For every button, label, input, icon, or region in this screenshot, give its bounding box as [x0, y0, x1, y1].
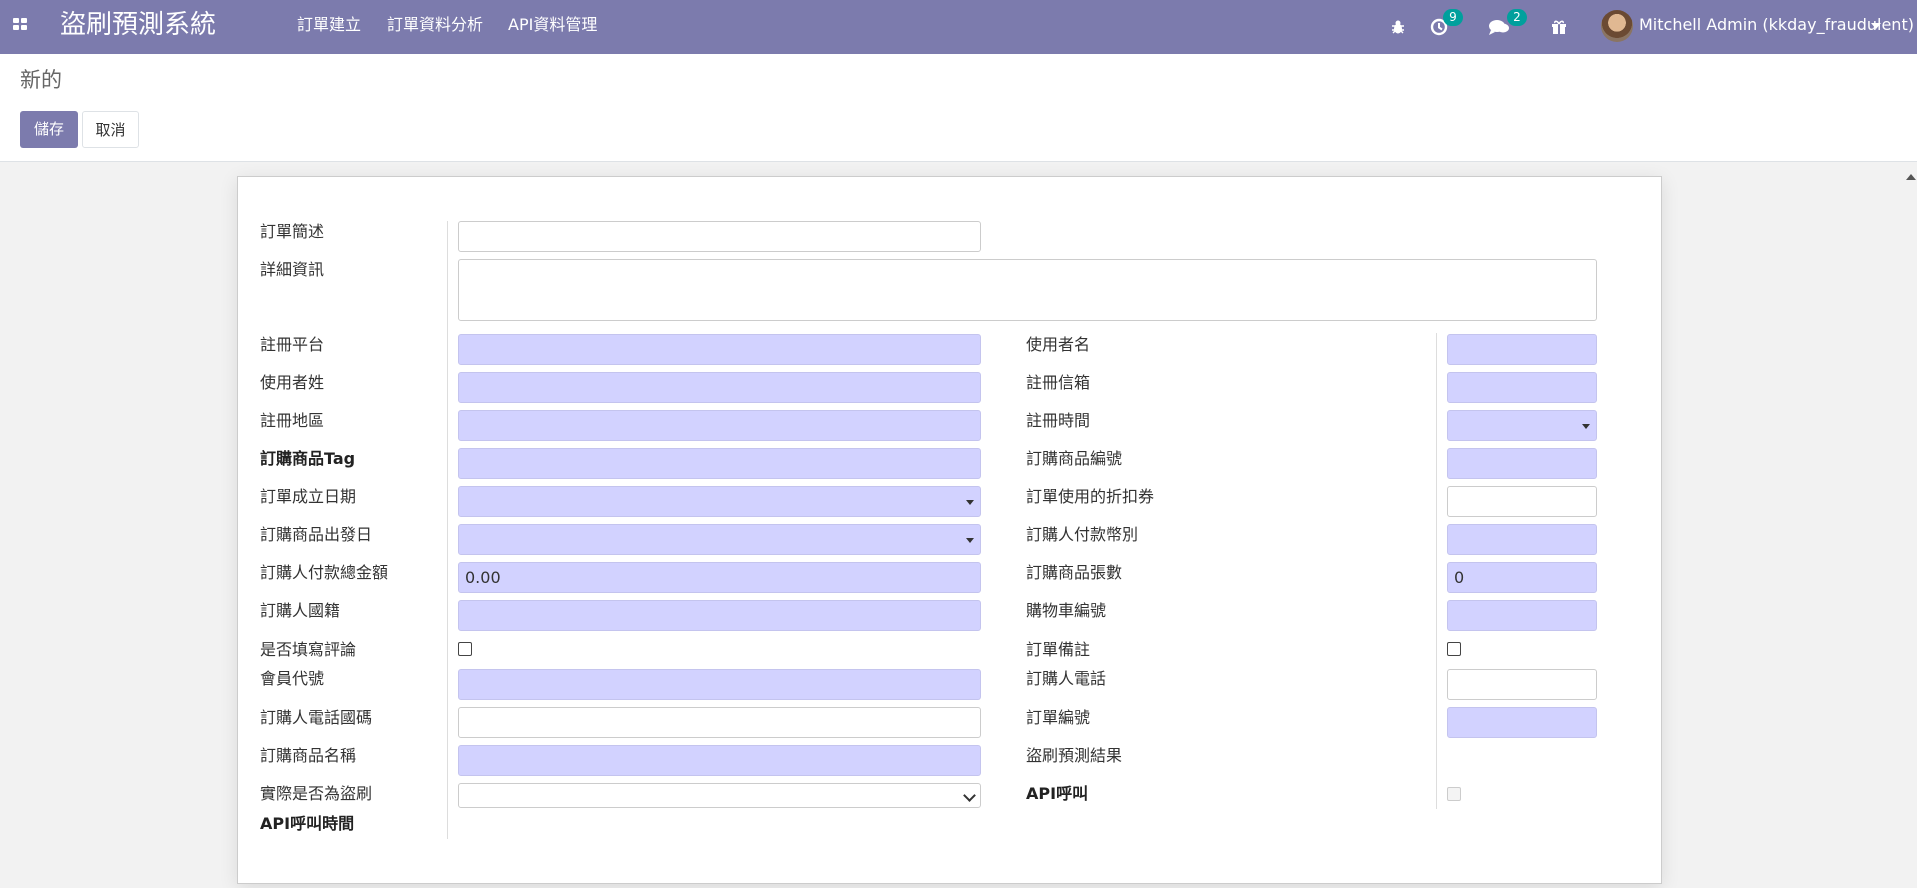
order-note-checkbox[interactable]: [1447, 642, 1461, 656]
label-total-amount: 訂購人付款總金額: [260, 563, 389, 582]
coupon-input[interactable]: [1447, 486, 1597, 517]
debug-icon[interactable]: [1390, 0, 1406, 54]
order-number-input[interactable]: [1447, 707, 1597, 738]
label-currency: 訂購人付款幣別: [1026, 525, 1139, 544]
register-platform-input[interactable]: [458, 334, 981, 365]
label-has-review: 是否填寫評論: [260, 640, 357, 659]
caret-down-icon: [1582, 424, 1590, 429]
caret-down-icon[interactable]: [1871, 23, 1881, 29]
label-separator: [447, 221, 448, 839]
label-member-id: 會員代號: [260, 669, 325, 688]
label-departure-date: 訂購商品出發日: [260, 525, 373, 544]
label-register-region: 註冊地區: [260, 411, 325, 430]
detail-info-textarea[interactable]: [458, 259, 1597, 321]
label-actual-fraud: 實際是否為盜刷: [260, 784, 373, 803]
user-avatar[interactable]: [1601, 10, 1633, 42]
label-separator: [1436, 333, 1437, 809]
label-first-name: 使用者名: [1026, 335, 1091, 354]
activity-count-badge: 9: [1443, 9, 1463, 26]
caret-down-icon: [966, 538, 974, 543]
order-summary-input[interactable]: [458, 221, 981, 252]
label-cart-id: 購物車編號: [1026, 601, 1107, 620]
label-product-name: 訂購商品名稱: [260, 746, 357, 765]
control-panel: 新的 儲存 取消: [0, 54, 1917, 162]
cancel-button[interactable]: 取消: [82, 111, 139, 148]
total-amount-input[interactable]: 0.00: [458, 562, 981, 593]
label-product-code: 訂購商品編號: [1026, 449, 1123, 468]
currency-input[interactable]: [1447, 524, 1597, 555]
phone-country-code-input[interactable]: [458, 707, 981, 738]
label-nationality: 訂購人國籍: [260, 601, 341, 620]
apps-menu-icon[interactable]: [13, 18, 28, 31]
label-register-platform: 註冊平台: [260, 335, 325, 354]
label-phone-country-code: 訂購人電話國碼: [260, 708, 373, 727]
last-name-input[interactable]: [458, 372, 981, 403]
nationality-input[interactable]: [458, 600, 981, 631]
label-api-call-time: API呼叫時間: [260, 814, 355, 833]
scroll-up-arrow-icon[interactable]: [1906, 174, 1916, 180]
phone-input[interactable]: [1447, 669, 1597, 700]
product-name-input[interactable]: [458, 745, 981, 776]
breadcrumb: 新的: [20, 68, 62, 92]
label-order-number: 訂單編號: [1026, 708, 1091, 727]
register-time-picker[interactable]: [1447, 410, 1597, 441]
product-tag-input[interactable]: [458, 448, 981, 479]
order-date-picker[interactable]: [458, 486, 981, 517]
departure-date-picker[interactable]: [458, 524, 981, 555]
has-review-checkbox[interactable]: [458, 642, 472, 656]
message-count-badge: 2: [1507, 9, 1527, 26]
label-product-tag: 訂購商品Tag: [260, 449, 356, 468]
caret-down-icon: [966, 500, 974, 505]
label-fraud-prediction: 盜刷預測結果: [1026, 746, 1123, 765]
label-register-email: 註冊信箱: [1026, 373, 1091, 392]
menu-order-analysis[interactable]: 訂單資料分析: [387, 14, 483, 36]
actual-fraud-select[interactable]: [458, 783, 981, 808]
app-brand[interactable]: 盜刷預測系統: [60, 9, 216, 41]
label-phone: 訂購人電話: [1026, 669, 1107, 688]
messages-icon[interactable]: [1488, 0, 1510, 54]
label-order-summary: 訂單簡述: [260, 222, 325, 241]
label-coupon: 訂單使用的折扣券: [1026, 487, 1155, 506]
menu-order-create[interactable]: 訂單建立: [297, 14, 361, 36]
form-sheet: 訂單簡述 詳細資訊 註冊平台 使用者姓 註冊地區 訂購商品Tag 訂單成立日期 …: [237, 176, 1662, 884]
menu-api-data[interactable]: API資料管理: [508, 14, 597, 36]
register-email-input[interactable]: [1447, 372, 1597, 403]
first-name-input[interactable]: [1447, 334, 1597, 365]
register-region-input[interactable]: [458, 410, 981, 441]
label-register-time: 註冊時間: [1026, 411, 1091, 430]
label-api-call: API呼叫: [1026, 784, 1089, 803]
api-call-checkbox: [1447, 787, 1461, 801]
gift-icon[interactable]: [1551, 0, 1567, 54]
save-button[interactable]: 儲存: [20, 111, 78, 148]
label-order-date: 訂單成立日期: [260, 487, 357, 506]
product-code-input[interactable]: [1447, 448, 1597, 479]
label-detail-info: 詳細資訊: [260, 260, 325, 279]
label-last-name: 使用者姓: [260, 373, 325, 392]
label-ticket-count: 訂購商品張數: [1026, 563, 1123, 582]
activity-clock-icon[interactable]: [1430, 0, 1448, 54]
cart-id-input[interactable]: [1447, 600, 1597, 631]
ticket-count-input[interactable]: 0: [1447, 562, 1597, 593]
top-navbar: 盜刷預測系統 訂單建立 訂單資料分析 API資料管理 9 2 Mitchell …: [0, 0, 1917, 54]
label-order-note: 訂單備註: [1026, 640, 1091, 659]
member-id-input[interactable]: [458, 669, 981, 700]
chevron-down-icon: [963, 789, 976, 802]
